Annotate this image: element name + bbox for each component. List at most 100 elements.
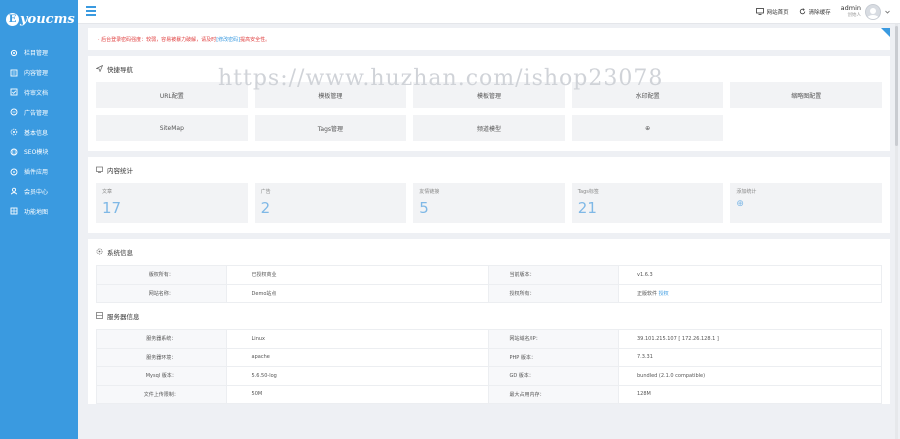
nav-template-manage-button[interactable]: 模板管理 (413, 82, 565, 108)
stat-ads[interactable]: 广告 2 (254, 183, 407, 223)
avatar[interactable] (865, 4, 881, 20)
stat-links[interactable]: 友情链接 5 (413, 183, 565, 223)
table-cell: 50M (225, 384, 490, 404)
table-cell: Demo站点 (225, 283, 490, 303)
sidebar-item-label: 功能地图 (24, 208, 49, 216)
stat-add[interactable]: 添加统计 ⊕ (730, 183, 882, 223)
nav-channel-model-button[interactable]: 频道模型 (413, 115, 565, 141)
clear-cache-label: 清除缓存 (808, 10, 831, 16)
notice-suffix: 提高安全性。 (240, 36, 271, 43)
sidebar-item-plugins[interactable]: 插件应用 (0, 162, 78, 182)
table-cell: 当前版本： (488, 265, 619, 285)
table-cell: 网站名称： (96, 283, 227, 303)
table-cell: 7.3.31 (618, 347, 882, 367)
globe-icon (10, 148, 18, 156)
sidebar-item-seo[interactable]: SEO模块 (0, 142, 78, 162)
main-content: · 后台登录密码强度：较弱，容易被暴力破解，请及时 [修改密码] 提高安全性。 … (78, 24, 900, 439)
refresh-icon (799, 7, 806, 17)
table-cell: 正版软件 授权 (618, 283, 882, 303)
sidebar-item-label: 插件应用 (24, 169, 49, 177)
notice-text: · 后台登录密码强度：较弱，容易被暴力破解，请及时 (98, 36, 217, 43)
table-row: 服务器环境： apache PHP 版本： 7.3.31 (96, 347, 882, 367)
sidebar-item-column[interactable]: 栏目管理 (0, 43, 78, 63)
logo-text: youcms (20, 11, 75, 27)
table-cell: 服务器系统： (96, 329, 227, 349)
table-row: 文件上传限制： 50M 最大占用内存： 128M (96, 384, 882, 404)
sidebar-item-map[interactable]: 功能地图 (0, 201, 78, 221)
topbar-actions: 网站首页 清除缓存 admin 创始人 (755, 0, 890, 24)
table-cell: GD 版本： (488, 366, 619, 386)
admin-role: 创始人 (847, 13, 862, 19)
table-cell: v1.6.3 (618, 265, 882, 285)
send-icon (95, 64, 104, 74)
monitor-icon (755, 7, 764, 17)
sidebar-item-pending[interactable]: 待审文档 (0, 83, 78, 103)
menu-toggle-icon[interactable] (86, 6, 96, 16)
nav-watermark-button[interactable]: 水印配置 (571, 82, 724, 108)
chart-icon (96, 166, 103, 175)
topbar: 网站首页 清除缓存 admin 创始人 (78, 0, 900, 24)
change-password-link[interactable]: [修改密码] (216, 36, 240, 43)
nav-template-button[interactable]: 模板管理 (254, 82, 407, 108)
stats-title: 内容统计 (96, 157, 882, 183)
stat-label: 友情链接 (419, 189, 440, 195)
gear-icon (10, 49, 18, 57)
nav-sitemap-button[interactable]: SiteMap (96, 115, 248, 141)
nav-thumbnail-button[interactable]: 缩略图配置 (730, 82, 882, 108)
table-cell: 最大占用内存： (488, 384, 619, 404)
user-icon (10, 187, 18, 195)
stat-value: 5 (419, 199, 429, 217)
license-value: 正版软件 (637, 290, 658, 297)
admin-menu[interactable]: admin 创始人 (841, 4, 890, 20)
add-stat-icon: ⊕ (736, 199, 744, 209)
stat-value: 17 (102, 199, 122, 217)
nav-url-config-button[interactable]: URL配置 (96, 82, 248, 108)
site-home-link[interactable]: 网站首页 (755, 7, 789, 17)
map-icon (10, 207, 18, 215)
table-cell: 版权所有： (96, 265, 227, 285)
sidebar-item-label: 栏目管理 (24, 50, 49, 58)
sidebar-item-label: 会员中心 (24, 188, 49, 196)
system-info-panel: 系统信息 版权所有： 已授权商业 当前版本： v1.6.3 网站名称： Demo… (88, 239, 890, 404)
system-info-title: 系统信息 (96, 239, 882, 265)
sidebar-item-label: 待审文档 (24, 89, 49, 97)
sidebar-menu: 栏目管理 内容管理 待审文档 广告管理 基本信息 SEO模块 插件应用 会员中心… (0, 43, 78, 221)
table-cell: Linux (225, 329, 490, 349)
stat-value: 2 (260, 199, 271, 217)
system-info-title-text: 系统信息 (107, 249, 133, 257)
table-cell: 128M (618, 384, 882, 404)
stats-grid: 文章 17 广告 2 友情链接 5 Tags标签 21 添加统计 ⊕ (96, 183, 882, 233)
clear-cache-link[interactable]: 清除缓存 (799, 7, 831, 17)
stats-panel: 内容统计 文章 17 广告 2 友情链接 5 Tags标签 21 添加统计 ⊕ (88, 157, 890, 233)
chevron-down-icon (885, 9, 890, 16)
stat-label: 添加统计 (736, 189, 757, 195)
logo[interactable]: E youcms (0, 0, 78, 38)
stat-value: 21 (577, 199, 597, 217)
sidebar-item-label: 基本信息 (24, 129, 49, 137)
table-cell: bundled (2.1.0 compatible) (618, 366, 882, 386)
table-row: 版权所有： 已授权商业 当前版本： v1.6.3 (96, 265, 882, 285)
sidebar-item-content[interactable]: 内容管理 (0, 63, 78, 83)
server-info-title: 服务器信息 (96, 303, 882, 329)
settings-icon (10, 128, 18, 136)
corner-ribbon (881, 28, 890, 37)
server-icon (96, 311, 103, 321)
license-link[interactable]: 授权 (659, 291, 669, 297)
stat-tags[interactable]: Tags标签 21 (571, 183, 724, 223)
document-check-icon (10, 88, 18, 96)
table-cell: Mysql 版本： (96, 366, 227, 386)
sidebar: E youcms 栏目管理 内容管理 待审文档 广告管理 基本信息 SEO模块 (0, 0, 78, 439)
quick-nav-grid: URL配置 模板管理 模板管理 水印配置 缩略图配置 SiteMap Tags管… (96, 82, 882, 151)
quick-nav-title: 快捷导航 (95, 56, 882, 82)
nav-tags-button[interactable]: Tags管理 (254, 115, 407, 141)
scrollbar-thumb[interactable] (895, 26, 898, 146)
sidebar-item-basic[interactable]: 基本信息 (0, 122, 78, 142)
stat-articles[interactable]: 文章 17 (96, 183, 248, 223)
security-notice: · 后台登录密码强度：较弱，容易被暴力破解，请及时 [修改密码] 提高安全性。 (88, 28, 890, 50)
sidebar-item-ads[interactable]: 广告管理 (0, 102, 78, 122)
nav-add-button[interactable]: ⊕ (571, 115, 724, 141)
table-cell: 授权所有： (488, 283, 619, 303)
sidebar-item-members[interactable]: 会员中心 (0, 182, 78, 202)
table-cell: 已授权商业 (225, 265, 490, 285)
admin-info: admin 创始人 (841, 5, 862, 19)
